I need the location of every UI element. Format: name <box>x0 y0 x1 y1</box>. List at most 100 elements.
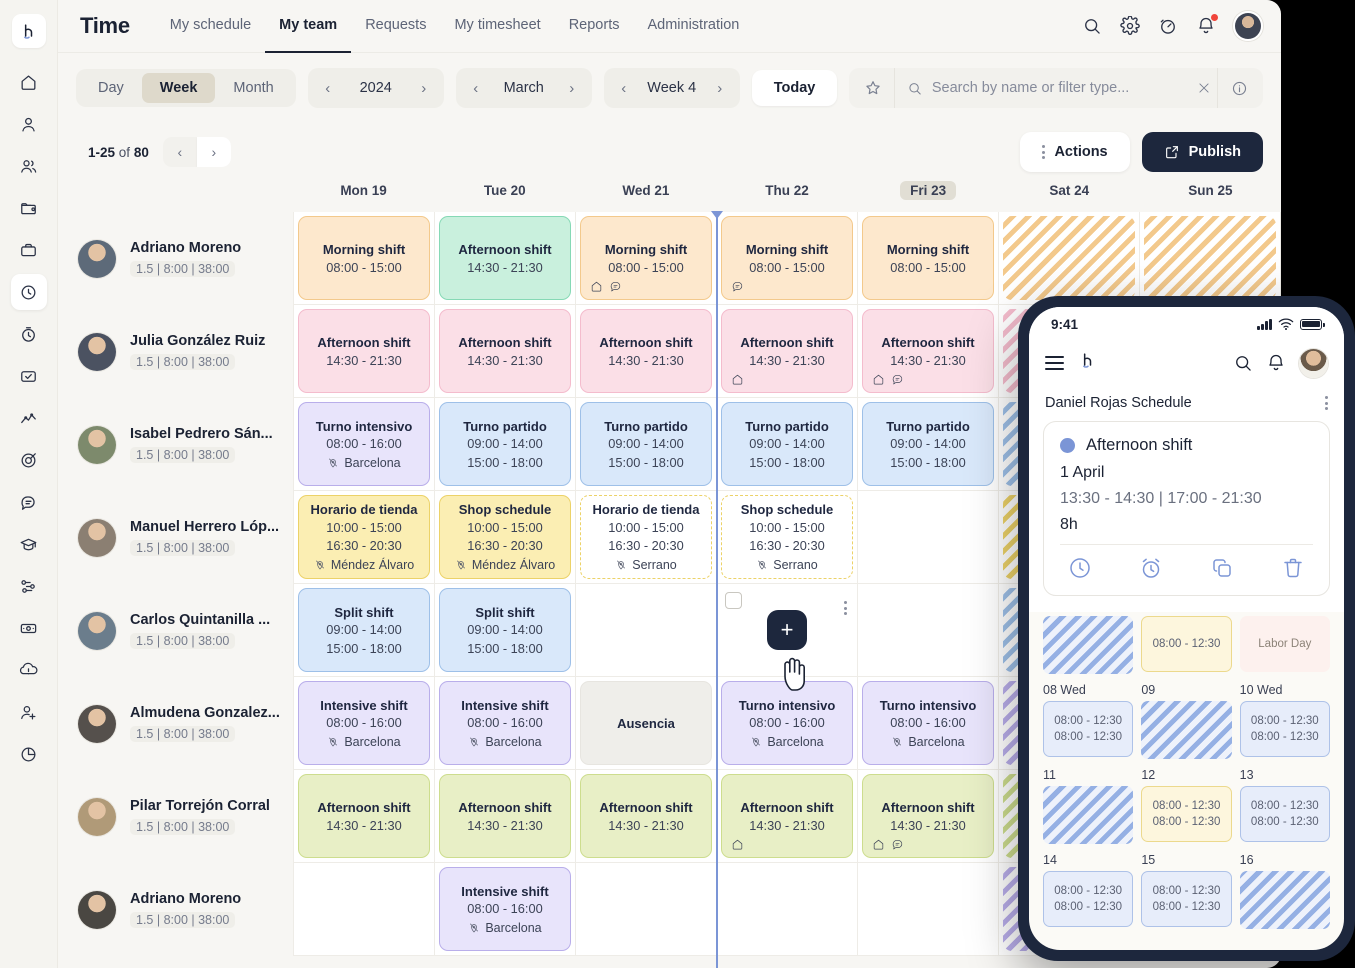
folder-icon[interactable] <box>11 190 47 226</box>
nav-administration[interactable]: Administration <box>633 0 753 53</box>
schedule-cell[interactable]: Afternoon shift 14:30 - 21:30 <box>575 305 716 398</box>
schedule-cell[interactable]: Afternoon shift 14:30 - 21:30 <box>716 770 857 863</box>
shift-chip[interactable]: Intensive shift 08:00 - 16:00 Barcelona <box>439 867 571 951</box>
schedule-cell[interactable] <box>575 584 716 677</box>
shift-chip[interactable]: Afternoon shift 14:30 - 21:30 <box>439 774 571 858</box>
shift-chip[interactable]: Turno partido 09:00 - 14:00 15:00 - 18:00 <box>439 402 571 486</box>
schedule-cell[interactable]: Afternoon shift 14:30 - 21:30 <box>293 770 434 863</box>
mini-shift[interactable]: 08:00 - 12:30 08:00 - 12:30 <box>1043 701 1134 757</box>
shift-chip[interactable]: Afternoon shift 14:30 - 21:30 <box>580 309 712 393</box>
mini-calendar-cell[interactable]: 09 <box>1141 683 1232 759</box>
menu-icon[interactable] <box>1045 356 1064 370</box>
phone-search-icon[interactable] <box>1233 353 1253 373</box>
nav-my-timesheet[interactable]: My timesheet <box>440 0 554 53</box>
schedule-cell[interactable]: Split shift 09:00 - 14:00 15:00 - 18:00 <box>434 584 575 677</box>
search-icon[interactable] <box>1081 15 1103 37</box>
phone-avatar[interactable] <box>1299 348 1328 378</box>
target-icon[interactable] <box>11 442 47 478</box>
schedule-cell[interactable] <box>575 863 716 956</box>
year-prev-button[interactable]: ‹ <box>316 75 340 101</box>
mini-shift[interactable]: 08:00 - 12:30 <box>1141 616 1232 672</box>
employee-row[interactable]: Julia González Ruiz 1.5 | 8:00 | 38:00 <box>58 305 293 398</box>
clear-search-icon[interactable] <box>1191 75 1217 101</box>
nav-reports[interactable]: Reports <box>555 0 634 53</box>
shift-chip[interactable]: Morning shift 08:00 - 15:00 <box>580 216 712 300</box>
mini-shift[interactable]: 08:00 - 12:30 08:00 - 12:30 <box>1141 871 1232 927</box>
schedule-cell[interactable] <box>857 584 998 677</box>
shift-chip[interactable]: Horario de tienda 10:00 - 15:00 16:30 - 20… <box>298 495 430 579</box>
clock-icon[interactable] <box>1068 556 1092 580</box>
cell-checkbox[interactable] <box>725 592 742 609</box>
schedule-cell[interactable]: Turno partido 09:00 - 14:00 15:00 - 18:00 <box>575 398 716 491</box>
shift-chip[interactable]: Turno partido 09:00 - 14:00 15:00 - 18:00 <box>862 402 994 486</box>
shift-chip[interactable]: Shop schedule 10:00 - 15:00 16:30 - 20:30 M… <box>439 495 571 579</box>
copy-icon[interactable] <box>1210 556 1234 580</box>
stopwatch-icon[interactable] <box>11 316 47 352</box>
mini-calendar-cell[interactable]: 10 Wed 08:00 - 12:30 08:00 - 12:30 <box>1239 683 1330 759</box>
shift-chip[interactable]: Turno intensivo 08:00 - 16:00 Barcelona <box>298 402 430 486</box>
shift-chip[interactable]: Afternoon shift 14:30 - 21:30 <box>721 774 853 858</box>
week-prev-button[interactable]: ‹ <box>612 75 636 101</box>
people-icon[interactable] <box>11 148 47 184</box>
schedule-cell[interactable] <box>857 491 998 584</box>
schedule-cell[interactable]: Afternoon shift 14:30 - 21:30 <box>575 770 716 863</box>
app-logo-icon[interactable] <box>11 14 46 48</box>
year-next-button[interactable]: › <box>412 75 436 101</box>
schedule-cell[interactable]: Afternoon shift 14:30 - 21:30 <box>434 305 575 398</box>
shift-chip[interactable]: Shop schedule 10:00 - 15:00 16:30 - 20:30 S… <box>721 495 853 579</box>
shift-chip[interactable]: Afternoon shift 14:30 - 21:30 <box>862 309 994 393</box>
info-icon[interactable] <box>1217 68 1261 108</box>
employee-row[interactable]: Adriano Moreno 1.5 | 8:00 | 38:00 <box>58 212 293 305</box>
add-shift-button[interactable]: + <box>767 610 807 650</box>
schedule-cell[interactable]: Shop schedule 10:00 - 15:00 16:30 - 20:30 S… <box>716 491 857 584</box>
nav-my-schedule[interactable]: My schedule <box>156 0 265 53</box>
mini-calendar-cell[interactable]: 13 08:00 - 12:30 08:00 - 12:30 <box>1239 768 1330 844</box>
shift-chip[interactable]: Afternoon shift 14:30 - 21:30 <box>298 309 430 393</box>
schedule-cell[interactable]: Morning shift 08:00 - 15:00 <box>857 212 998 305</box>
person-icon[interactable] <box>11 106 47 142</box>
mini-shift[interactable]: 08:00 - 12:30 08:00 - 12:30 <box>1239 786 1330 842</box>
schedule-cell[interactable]: Morning shift 08:00 - 15:00 <box>575 212 716 305</box>
schedule-cell[interactable]: Afternoon shift 14:30 - 21:30 <box>716 305 857 398</box>
phone-bell-icon[interactable] <box>1266 353 1286 373</box>
shift-chip[interactable]: Afternoon shift 14:30 - 21:30 <box>580 774 712 858</box>
cell-kebab-icon[interactable] <box>844 601 847 615</box>
schedule-cell[interactable]: Morning shift 08:00 - 15:00 <box>716 212 857 305</box>
pie-chart-icon[interactable] <box>11 736 47 772</box>
mini-calendar-cell[interactable]: 11 <box>1043 768 1134 844</box>
analytics-icon[interactable] <box>11 400 47 436</box>
schedule-cell[interactable]: Afternoon shift 14:30 - 21:30 <box>857 305 998 398</box>
week-next-button[interactable]: › <box>708 75 732 101</box>
employee-row[interactable]: Pilar Torrejón Corral 1.5 | 8:00 | 38:00 <box>58 770 293 863</box>
schedule-cell[interactable] <box>857 863 998 956</box>
mini-calendar-cell[interactable]: Labor Day <box>1239 612 1330 674</box>
page-prev-button[interactable]: ‹ <box>163 137 197 167</box>
schedule-cell[interactable]: Morning shift 08:00 - 15:00 <box>293 212 434 305</box>
alert-icon[interactable] <box>11 652 47 688</box>
mini-calendar-cell[interactable]: 12 08:00 - 12:30 08:00 - 12:30 <box>1141 768 1232 844</box>
mini-calendar-cell[interactable]: 14 08:00 - 12:30 08:00 - 12:30 <box>1043 853 1134 929</box>
schedule-cell[interactable]: Shop schedule 10:00 - 15:00 16:30 - 20:30 M… <box>434 491 575 584</box>
schedule-cell[interactable]: Turno partido 09:00 - 14:00 15:00 - 18:00 <box>434 398 575 491</box>
clock-icon[interactable] <box>10 274 47 310</box>
shift-chip[interactable]: Intensive shift 08:00 - 16:00 Barcelona <box>439 681 571 765</box>
add-person-icon[interactable] <box>11 694 47 730</box>
mini-calendar-cell[interactable] <box>1043 612 1134 674</box>
schedule-cell[interactable]: Horario de tienda 10:00 - 15:00 16:30 - 20… <box>293 491 434 584</box>
bell-icon[interactable] <box>1195 14 1218 37</box>
schedule-cell[interactable] <box>1139 212 1281 305</box>
shift-chip[interactable]: Morning shift 08:00 - 15:00 <box>721 216 853 300</box>
shift-chip[interactable]: Morning shift 08:00 - 15:00 <box>862 216 994 300</box>
view-mode-week[interactable]: Week <box>141 73 216 103</box>
mini-calendar-cell[interactable]: 08 Wed 08:00 - 12:30 08:00 - 12:30 <box>1043 683 1134 759</box>
schedule-cell[interactable] <box>998 212 1139 305</box>
shift-chip[interactable]: Turno partido 09:00 - 14:00 15:00 - 18:00 <box>580 402 712 486</box>
speedometer-icon[interactable] <box>1157 15 1179 37</box>
schedule-cell[interactable] <box>716 863 857 956</box>
shift-chip[interactable]: Turno partido 09:00 - 14:00 15:00 - 18:00 <box>721 402 853 486</box>
home-icon[interactable] <box>11 64 47 100</box>
schedule-cell[interactable]: Turno partido 09:00 - 14:00 15:00 - 18:00 <box>857 398 998 491</box>
month-prev-button[interactable]: ‹ <box>464 75 488 101</box>
nav-requests[interactable]: Requests <box>351 0 440 53</box>
publish-button[interactable]: Publish <box>1141 132 1263 172</box>
